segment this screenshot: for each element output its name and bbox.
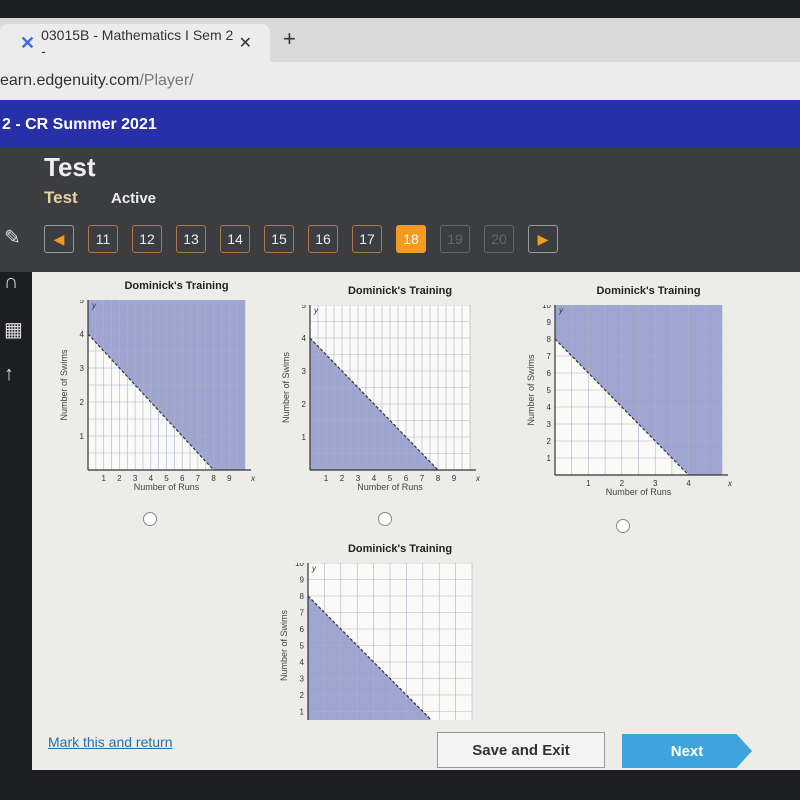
footer: Mark this and return Save and Exit Next <box>32 720 800 770</box>
question-14-button[interactable]: 14 <box>220 225 250 253</box>
chart-3: 123456789101 2 3 4Number of RunsxyNumber of… <box>526 305 732 497</box>
y-tick-label: 4 <box>547 403 552 412</box>
y-tick-label: 3 <box>80 364 85 373</box>
close-tab-icon[interactable]: ✕ <box>239 33 252 53</box>
url-host: earn.edgenuity.com <box>0 72 140 89</box>
x-axis-var: x <box>250 474 255 483</box>
course-banner: 2 - CR Summer 2021 <box>0 100 800 148</box>
chart-1: 123451 2 3 4 5 6 7 8 9Number of RunsxyNumber of … <box>59 300 255 492</box>
question-nav: ◀ 11 12 13 14 15 16 17 18 19 20 ▶ <box>44 225 558 253</box>
y-tick-label: 4 <box>302 334 307 343</box>
y-axis-label: Number of Swims <box>526 354 536 426</box>
question-18-button[interactable]: 18 <box>396 225 426 253</box>
y-tick-label: 1 <box>547 454 552 463</box>
x-axis-var: x <box>727 479 732 488</box>
edgenuity-logo-icon: ✕ <box>20 32 36 53</box>
y-tick-label: 5 <box>80 300 85 305</box>
mark-and-return-link[interactable]: Mark this and return <box>48 734 173 750</box>
y-tick-label: 3 <box>302 367 307 376</box>
question-content: Dominick's Training 1 2 3 4 5 1 2 3 4 5 6 7 8 9 Number … <box>32 272 800 720</box>
browser-tab-bar: ✕ 03015B - Mathematics I Sem 2 - ✕ + <box>0 18 800 62</box>
next-button[interactable]: Next <box>622 734 752 768</box>
answer-radio-2[interactable] <box>378 512 392 526</box>
y-axis-label: Number of Swims <box>281 351 291 423</box>
url-path: /Player/ <box>139 72 194 89</box>
x-tick-label: 1 <box>586 479 591 488</box>
x-axis-label: Number of Runs <box>357 482 423 492</box>
y-tick-label: 5 <box>302 305 307 310</box>
x-tick-label: 2 <box>117 474 122 483</box>
question-13-button[interactable]: 13 <box>176 225 206 253</box>
question-12-button[interactable]: 12 <box>132 225 162 253</box>
address-bar[interactable]: earn.edgenuity.com/Player/ <box>0 62 800 100</box>
y-tick-label: 8 <box>300 592 305 601</box>
question-16-button[interactable]: 16 <box>308 225 338 253</box>
arrow-up-icon[interactable]: ↑ <box>0 363 32 409</box>
y-tick-label: 9 <box>300 576 305 585</box>
y-tick-label: 2 <box>300 691 305 700</box>
x-tick-label: 9 <box>452 474 457 483</box>
y-tick-label: 10 <box>295 563 304 568</box>
y-tick-label: 5 <box>300 642 305 651</box>
chart-2: 123451 2 3 4 5 6 7 8 9Number of RunsxyNumber of … <box>281 305 480 492</box>
x-axis-var: x <box>475 474 480 483</box>
prev-question-button[interactable]: ◀ <box>44 225 74 253</box>
new-tab-icon[interactable]: + <box>283 26 296 52</box>
y-axis-label: Number of Swims <box>279 609 289 681</box>
y-tick-label: 4 <box>80 330 85 339</box>
calculator-icon[interactable]: ▦ <box>0 317 32 363</box>
y-tick-label: 7 <box>547 352 552 361</box>
x-tick-label: 4 <box>686 479 691 488</box>
y-tick-label: 4 <box>300 658 305 667</box>
question-17-button[interactable]: 17 <box>352 225 382 253</box>
activity-header: Test Test Active ◀ 11 12 13 14 15 16 17 18 19 20 ▶ <box>0 148 800 272</box>
next-question-button[interactable]: ▶ <box>528 225 558 253</box>
tab-title: 03015B - Mathematics I Sem 2 - <box>41 27 234 59</box>
page-title: Test <box>44 152 96 182</box>
course-name: 2 - CR Summer 2021 <box>2 116 157 133</box>
activity-type: Test <box>44 188 78 207</box>
chart-4: 12345678910yNumber of Swims <box>279 563 473 720</box>
x-tick-label: 9 <box>227 474 232 483</box>
y-tick-label: 6 <box>300 625 305 634</box>
chart-title: Dominick's Training <box>596 285 701 297</box>
x-tick-label: 1 <box>101 474 106 483</box>
y-tick-label: 1 <box>80 432 85 441</box>
y-tick-label: 8 <box>547 335 552 344</box>
question-20-button[interactable]: 20 <box>484 225 514 253</box>
chart-title: Dominick's Training <box>124 280 229 292</box>
x-axis-label: Number of Runs <box>606 487 672 497</box>
x-tick-label: 8 <box>436 474 441 483</box>
chart-title: Dominick's Training <box>347 285 453 297</box>
y-tick-label: 3 <box>547 420 552 429</box>
y-tick-label: 6 <box>547 369 552 378</box>
headphones-icon[interactable]: ∩ <box>0 271 32 317</box>
y-tick-label: 1 <box>302 433 307 442</box>
question-19-button[interactable]: 19 <box>440 225 470 253</box>
x-tick-label: 2 <box>340 474 345 483</box>
question-15-button[interactable]: 15 <box>264 225 294 253</box>
tool-sidebar: ✎ ∩ ▦ ↑ <box>0 225 32 405</box>
x-tick-label: 8 <box>211 474 216 483</box>
y-tick-label: 1 <box>300 708 305 717</box>
y-tick-label: 2 <box>547 437 552 446</box>
y-axis-label: Number of Swims <box>59 349 69 421</box>
y-tick-label: 2 <box>302 400 307 409</box>
y-tick-label: 3 <box>300 675 305 684</box>
browser-tab[interactable]: ✕ 03015B - Mathematics I Sem 2 - ✕ <box>0 24 270 62</box>
y-tick-label: 9 <box>547 318 552 327</box>
answer-radio-3[interactable] <box>616 519 630 533</box>
y-tick-label: 2 <box>80 398 85 407</box>
y-tick-label: 10 <box>542 305 551 310</box>
status-badge: Active <box>111 190 157 207</box>
y-tick-label: 7 <box>300 609 305 618</box>
chart-title: Dominick's Training <box>347 543 453 555</box>
answer-radio-1[interactable] <box>143 512 157 526</box>
save-and-exit-button[interactable]: Save and Exit <box>437 732 605 768</box>
x-tick-label: 1 <box>324 474 329 483</box>
pencil-icon[interactable]: ✎ <box>0 225 32 271</box>
y-tick-label: 5 <box>547 386 552 395</box>
question-11-button[interactable]: 11 <box>88 225 118 253</box>
x-axis-label: Number of Runs <box>134 482 200 492</box>
